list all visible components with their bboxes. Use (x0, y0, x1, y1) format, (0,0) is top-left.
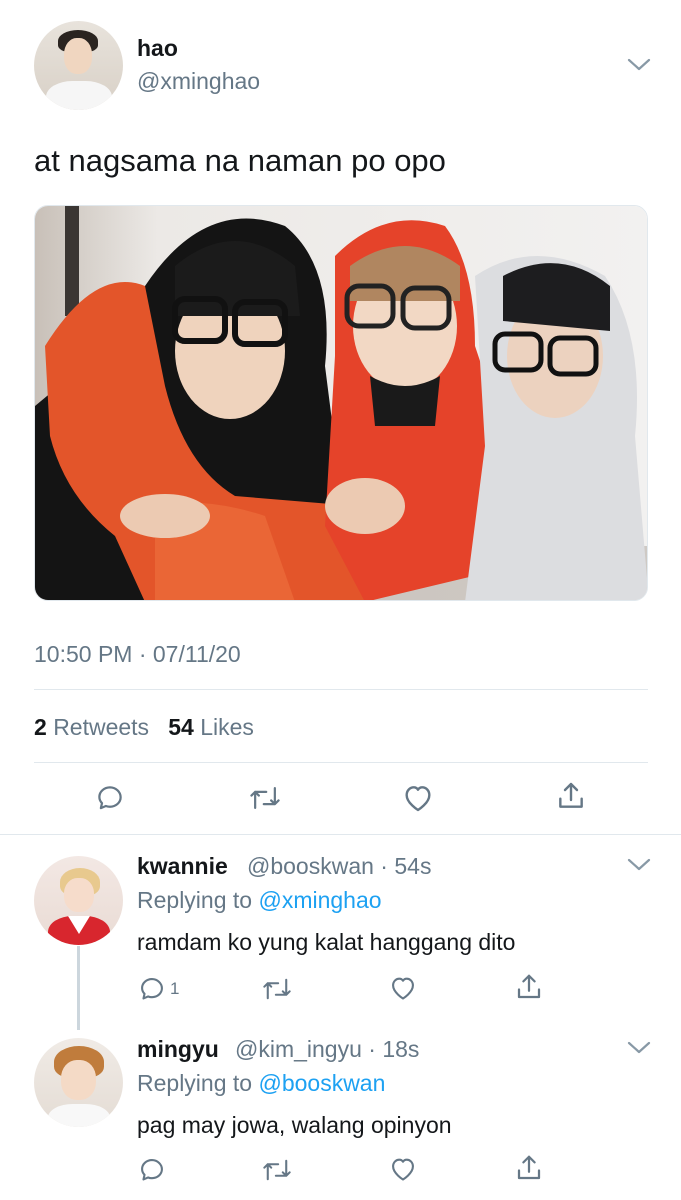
chevron-down-icon[interactable] (627, 858, 651, 872)
share-icon (517, 1155, 541, 1180)
retweet-icon (263, 1159, 291, 1181)
retweet-button[interactable] (262, 1157, 292, 1183)
reply-button[interactable]: 1 (138, 975, 179, 1003)
replying-to: Replying to @xminghao (137, 887, 382, 914)
reply-icon (141, 978, 163, 1000)
tweet-timestamp: 10:50 PM · 07/11/20 (34, 641, 241, 667)
reply-button[interactable] (138, 1156, 166, 1184)
divider (34, 689, 648, 690)
divider (34, 762, 648, 763)
reply-meta: @kim_ingyu · 18s (235, 1036, 420, 1062)
chevron-down-icon[interactable] (627, 58, 651, 72)
tweet-stats[interactable]: 2 Retweets 54 Likes (34, 714, 254, 741)
tweet-photo[interactable] (34, 205, 648, 601)
section-divider (0, 834, 681, 835)
share-button[interactable] (555, 780, 587, 812)
chevron-down-icon[interactable] (627, 1041, 651, 1055)
author-handle[interactable]: @xminghao (137, 68, 260, 95)
thread-line (77, 946, 80, 1030)
replying-prefix: Replying to (137, 1070, 253, 1096)
retweets-count: 2 (34, 714, 47, 740)
like-icon (392, 977, 414, 1000)
share-icon (559, 782, 583, 808)
likes-count: 54 (168, 714, 194, 740)
share-icon (517, 974, 541, 999)
reply-icon (98, 786, 122, 810)
like-button[interactable] (402, 783, 434, 813)
like-button[interactable] (389, 975, 417, 1001)
replying-mention[interactable]: @booskwan (258, 1070, 385, 1096)
retweets-label: Retweets (53, 714, 150, 740)
like-icon (392, 1158, 414, 1181)
share-button[interactable] (514, 972, 544, 1002)
reply-meta: @booskwan · 54s (247, 853, 432, 879)
reply-button[interactable] (95, 783, 125, 813)
reply-count: 1 (170, 979, 180, 998)
like-icon (405, 786, 431, 812)
reply-text: ramdam ko yung kalat hanggang dito (137, 929, 516, 955)
tweet-text: at nagsama na naman po opo (34, 143, 446, 178)
reply-author-name[interactable]: mingyu (137, 1036, 219, 1063)
retweet-icon (250, 787, 280, 809)
replying-prefix: Replying to (137, 887, 253, 913)
retweet-button[interactable] (249, 784, 281, 812)
reply-text: pag may jowa, walang opinyon (137, 1112, 452, 1138)
main-tweet: hao @xminghao at nagsama na naman po opo (0, 0, 681, 835)
retweet-icon (263, 978, 291, 1000)
reply-author-name[interactable]: kwannie (137, 853, 228, 880)
avatar[interactable] (34, 856, 123, 945)
author-name[interactable]: hao (137, 35, 178, 62)
photo-image (35, 206, 647, 600)
avatar[interactable] (34, 21, 123, 110)
avatar[interactable] (34, 1038, 123, 1127)
share-button[interactable] (514, 1153, 544, 1183)
reply-icon (141, 1159, 163, 1181)
like-button[interactable] (389, 1156, 417, 1182)
retweet-button[interactable] (262, 976, 292, 1002)
replying-to: Replying to @booskwan (137, 1070, 385, 1097)
likes-label: Likes (200, 714, 254, 740)
replying-mention[interactable]: @xminghao (258, 887, 381, 913)
